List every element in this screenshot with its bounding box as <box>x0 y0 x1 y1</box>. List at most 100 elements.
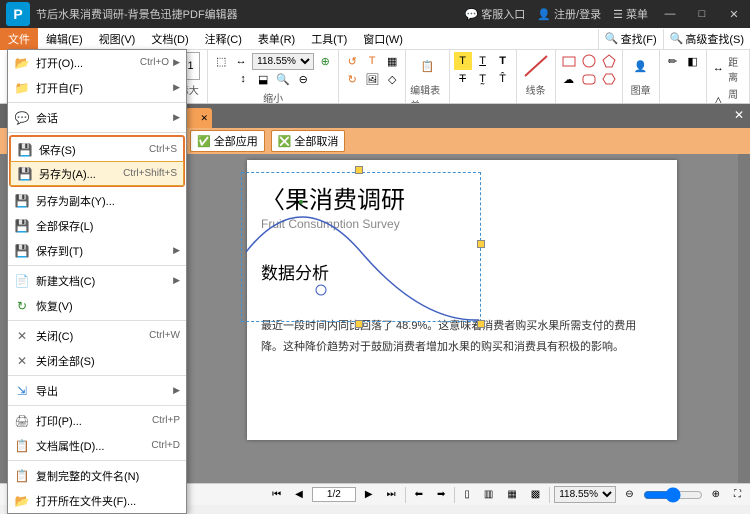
menu-close[interactable]: ✕关闭(C)Ctrl+W <box>8 323 186 348</box>
shape-tool-icon[interactable]: ◇ <box>383 70 401 88</box>
circle-shape-icon[interactable] <box>580 52 598 70</box>
menu-comment[interactable]: 注释(C) <box>197 28 250 50</box>
zoom-slider[interactable] <box>643 487 703 503</box>
status-zoom-select[interactable]: 118.55% <box>554 486 616 503</box>
zoom-out-icon[interactable]: 🔍 <box>274 70 292 88</box>
menu-window[interactable]: 窗口(W) <box>355 28 411 50</box>
cancel-all-button[interactable]: ❎全部取消 <box>271 130 346 152</box>
main-menu-link[interactable]: ☰ 菜单 <box>613 6 648 22</box>
menu-print[interactable]: 🖨打印(P)...Ctrl+P <box>8 408 186 433</box>
fit-visible-icon[interactable]: ⬓ <box>254 70 272 88</box>
save-to-icon: 💾 <box>14 243 30 259</box>
customer-service-link[interactable]: 💬 客服入口 <box>464 6 525 22</box>
menu-export[interactable]: ⇲导出▶ <box>8 378 186 403</box>
close-window-button[interactable]: ✕ <box>724 8 744 21</box>
rect-shape-icon[interactable] <box>560 52 578 70</box>
zoom-select[interactable]: 118.55% <box>252 53 314 70</box>
textbox-tool-icon[interactable]: ▦ <box>383 52 401 70</box>
menu-document[interactable]: 文档(D) <box>143 28 196 50</box>
resize-handle-right[interactable] <box>477 240 485 248</box>
distance-tool-icon[interactable]: ↔ <box>711 59 727 77</box>
zoom-out-minus-icon[interactable]: ⊖ <box>294 70 312 88</box>
caret-tool-icon[interactable]: T̂ <box>494 70 512 88</box>
perimeter-tool-icon[interactable]: △ <box>711 91 727 104</box>
menu-open-folder[interactable]: 📂打开所在文件夹(F)... <box>8 488 186 513</box>
zoom-out-status-icon[interactable]: ⊖ <box>620 487 638 502</box>
stamp-label: 图章 <box>631 82 651 97</box>
export-icon: ⇲ <box>14 383 30 399</box>
zoom-in-icon[interactable]: ⊕ <box>316 52 334 70</box>
open-folder-icon: 📂 <box>14 493 30 509</box>
next-page-icon[interactable]: ▶ <box>360 487 378 502</box>
zoom-in-status-icon[interactable]: ⊕ <box>707 487 725 502</box>
apply-all-button[interactable]: ✅全部应用 <box>190 130 265 152</box>
rotate-left-icon[interactable]: ↺ <box>343 52 361 70</box>
menu-tool[interactable]: 工具(T) <box>303 28 355 50</box>
menu-save-copy[interactable]: 💾另存为副本(Y)... <box>8 188 186 213</box>
layout-single-icon[interactable]: ▯ <box>459 487 475 502</box>
menu-save-to[interactable]: 💾保存到(T)▶ <box>8 238 186 263</box>
menu-form[interactable]: 表单(R) <box>250 28 303 50</box>
open-from-icon: 📁 <box>14 80 30 96</box>
menu-edit[interactable]: 编辑(E) <box>38 28 91 50</box>
bold-tool-icon[interactable]: T <box>494 52 512 70</box>
menu-save[interactable]: 💾保存(S)Ctrl+S <box>11 137 183 162</box>
squiggly-tool-icon[interactable]: T̰ <box>474 70 492 88</box>
menu-view[interactable]: 视图(V) <box>91 28 144 50</box>
fit-width-icon[interactable]: ↔ <box>232 52 250 70</box>
resize-handle-top[interactable] <box>355 166 363 174</box>
resize-handle-br[interactable] <box>477 320 485 328</box>
layout-cont-facing-icon[interactable]: ▩ <box>526 487 545 502</box>
menu-doc-props[interactable]: 📋文档属性(D)...Ctrl+D <box>8 433 186 458</box>
advanced-find-button[interactable]: 🔍高级查找(S) <box>663 29 750 49</box>
tabbar-close-icon[interactable]: ✕ <box>734 108 744 122</box>
polygon-shape-icon[interactable] <box>600 52 618 70</box>
fwd-nav-icon[interactable]: ➡ <box>432 487 450 502</box>
menu-save-as[interactable]: 💾另存为(A)...Ctrl+Shift+S <box>10 161 184 186</box>
rotate-right-icon[interactable]: ↻ <box>343 70 361 88</box>
menu-open-from[interactable]: 📁打开自(F)▶ <box>8 75 186 100</box>
resize-handle-bottom[interactable] <box>355 320 363 328</box>
rounded-rect-icon[interactable] <box>580 70 598 88</box>
last-page-icon[interactable]: ⏭ <box>382 487 401 502</box>
fit-page-icon[interactable]: ⬚ <box>212 52 230 70</box>
eraser-tool-icon[interactable]: ◧ <box>684 52 702 70</box>
first-page-icon[interactable]: ⏮ <box>267 487 286 502</box>
menu-file[interactable]: 文件 <box>0 28 38 50</box>
page-input[interactable] <box>312 487 356 502</box>
menu-open[interactable]: 📂打开(O)...Ctrl+O▶ <box>8 50 186 75</box>
prev-page-icon[interactable]: ◀ <box>290 487 308 502</box>
layout-cont-icon[interactable]: ▥ <box>479 487 498 502</box>
menu-copy-name[interactable]: 📋复制完整的文件名(N) <box>8 463 186 488</box>
menu-new-doc[interactable]: 📄新建文档(C)▶ <box>8 268 186 293</box>
pencil-tool-icon[interactable]: ✏ <box>664 52 682 70</box>
print-icon: 🖨 <box>14 413 30 429</box>
find-button[interactable]: 🔍查找(F) <box>598 29 663 49</box>
fit-height-icon[interactable]: ↕ <box>234 70 252 88</box>
document-page[interactable]: 〈果消费调研 Fruit Consumption Survey 数据分析 最近一… <box>247 160 677 440</box>
cloud-shape-icon[interactable]: ☁ <box>560 70 578 88</box>
menu-restore[interactable]: ↻恢复(V) <box>8 293 186 318</box>
stamp-button[interactable]: 👤 <box>627 52 655 80</box>
underline-tool-icon[interactable]: T <box>474 52 492 70</box>
menu-session[interactable]: 💬会话▶ <box>8 105 186 130</box>
document-tab[interactable]: ✕ <box>186 108 212 128</box>
fullscreen-icon[interactable]: ⛶ <box>729 487 746 502</box>
login-link[interactable]: 👤 注册/登录 <box>537 6 601 22</box>
highlight-tool-icon[interactable]: T <box>454 52 472 70</box>
text-tool-icon[interactable]: T <box>363 52 381 70</box>
minimize-button[interactable]: — <box>660 8 680 20</box>
hexagon-shape-icon[interactable] <box>600 70 618 88</box>
image-tool-icon[interactable]: 🖼 <box>363 70 381 88</box>
menu-save-all[interactable]: 💾全部保存(L) <box>8 213 186 238</box>
selection-box[interactable] <box>241 172 481 322</box>
strikeout-tool-icon[interactable]: T <box>454 70 472 88</box>
tab-close-icon[interactable]: ✕ <box>200 113 208 124</box>
layout-facing-icon[interactable]: ▦ <box>502 487 521 502</box>
maximize-button[interactable]: □ <box>692 8 712 20</box>
restore-icon: ↻ <box>14 298 30 314</box>
save-copy-icon: 💾 <box>14 193 30 209</box>
back-nav-icon[interactable]: ⬅ <box>410 487 428 502</box>
menu-close-all[interactable]: ✕关闭全部(S) <box>8 348 186 373</box>
edit-form-button[interactable]: 📋 <box>412 52 442 80</box>
